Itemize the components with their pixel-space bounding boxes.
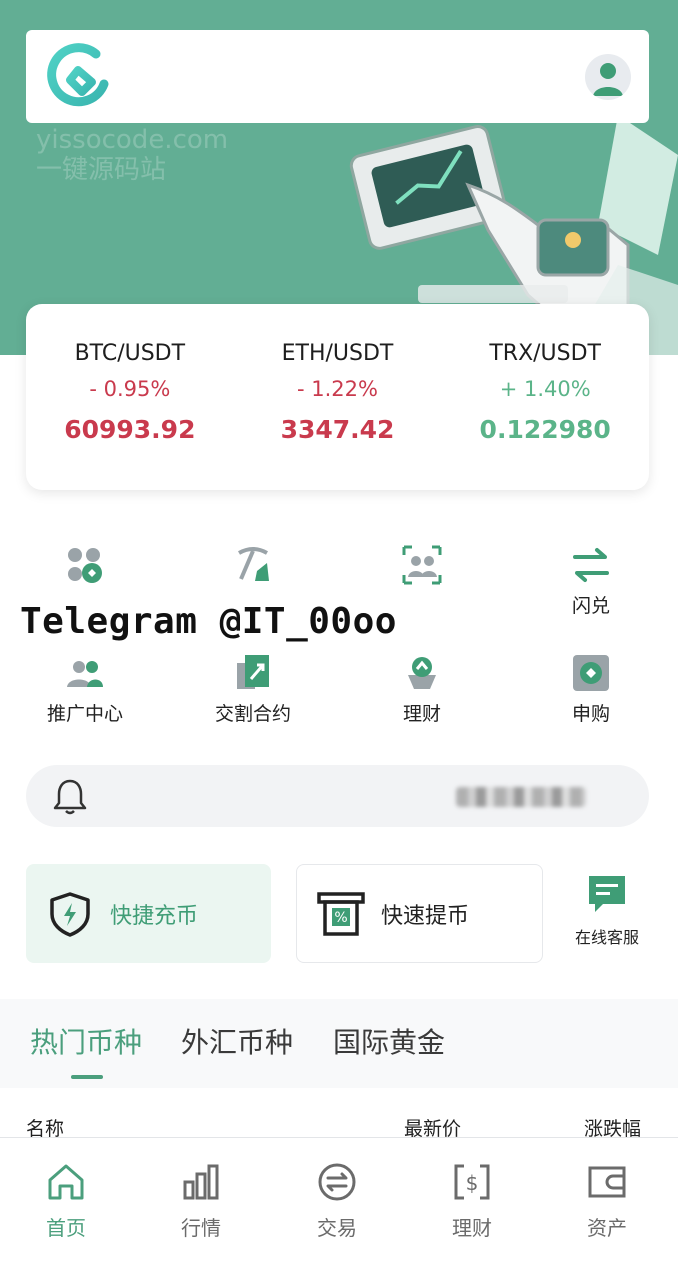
feature-label: 推广中心 (46, 703, 123, 725)
active-tab-indicator (71, 1075, 103, 1079)
online-service-label: 在线客服 (574, 928, 639, 947)
pair-change: + 1.40% (499, 377, 591, 401)
announcement-text (456, 787, 586, 807)
quick-deposit-button[interactable]: 快捷充币 (26, 864, 271, 963)
wealth-pot-icon (408, 657, 436, 689)
pair-change: - 0.95% (89, 377, 171, 401)
ticker-card: BTC/USDT - 0.95% 60993.92 ETH/USDT - 1.2… (26, 304, 649, 490)
swap-arrows-icon (573, 548, 609, 582)
watermark-line: 一键源码站 (36, 155, 167, 185)
feature-subscribe[interactable]: 申购 (506, 643, 676, 743)
quick-deposit-label: 快捷充币 (110, 903, 199, 929)
shield-bolt-icon (50, 891, 90, 937)
nav-label: 理财 (452, 1216, 492, 1240)
feature-label: 交割合约 (214, 703, 291, 725)
pair-price: 3347.42 (280, 415, 395, 444)
ticker-trx[interactable]: TRX/USDT + 1.40% 0.122980 (441, 304, 649, 490)
users-scan-icon (402, 545, 442, 585)
home-icon (48, 1164, 84, 1200)
user-avatar-button[interactable] (585, 54, 631, 100)
pair-change: - 1.22% (297, 377, 378, 401)
pair-name: BTC/USDT (74, 341, 186, 366)
online-service-button[interactable]: 在线客服 (562, 872, 652, 948)
atm-percent-icon: % (317, 891, 365, 936)
tab-gold[interactable]: 国际黄金 (333, 1025, 445, 1061)
nav-home[interactable]: 首页 (16, 1162, 116, 1241)
nav-market[interactable]: 行情 (151, 1162, 251, 1241)
pickaxe-icon (238, 547, 269, 581)
wallet-icon (588, 1166, 626, 1198)
nav-trade[interactable]: 交易 (287, 1162, 387, 1241)
nav-label: 交易 (317, 1216, 357, 1240)
feature-flash-swap[interactable]: 闪兑 (506, 535, 676, 635)
app-logo-icon (47, 43, 109, 107)
coins-icon (68, 548, 102, 583)
ticker-btc[interactable]: BTC/USDT - 0.95% 60993.92 (26, 304, 234, 490)
chat-bubble-icon (589, 876, 625, 912)
subscribe-icon (573, 655, 609, 691)
svg-text:$: $ (466, 1171, 479, 1195)
tab-hot-coins[interactable]: 热门币种 (30, 1025, 142, 1061)
tab-forex[interactable]: 外汇币种 (181, 1025, 293, 1061)
nav-wealth[interactable]: $ 理财 (422, 1162, 522, 1241)
market-tabs: 热门币种 外汇币种 国际黄金 (0, 999, 678, 1088)
quick-withdraw-button[interactable]: % 快速提币 (296, 864, 543, 963)
quick-withdraw-label: 快速提币 (381, 903, 470, 929)
feature-label: 闪兑 (571, 595, 610, 617)
pair-price: 0.122980 (479, 415, 611, 444)
referral-users-icon (67, 661, 103, 687)
nav-label: 首页 (46, 1216, 86, 1240)
contract-chart-icon (237, 655, 269, 689)
watermark-line: yissocode.com (36, 125, 229, 155)
bar-chart-icon (183, 1164, 219, 1200)
svg-text:%: % (334, 910, 347, 926)
feature-wealth[interactable]: 理财 (337, 643, 507, 743)
dollar-box-icon: $ (454, 1164, 490, 1200)
app-root: yissocode.com 一键源码站 BTC/USDT - 0.95% 609… (0, 0, 678, 1280)
pair-name: ETH/USDT (281, 341, 394, 366)
nav-label: 资产 (587, 1216, 627, 1240)
hero-banner: yissocode.com 一键源码站 (0, 0, 678, 355)
watermark: yissocode.com 一键源码站 (36, 125, 228, 185)
ticker-eth[interactable]: ETH/USDT - 1.22% 3347.42 (234, 304, 442, 490)
user-icon (593, 63, 623, 96)
bottom-nav: 首页 行情 交易 $ 理财 资产 (0, 1137, 678, 1280)
nav-label: 行情 (181, 1216, 221, 1240)
announcement-bar[interactable] (26, 765, 649, 827)
nav-assets[interactable]: 资产 (557, 1162, 657, 1241)
telegram-overlay-banner: Telegram @IT_00oo (18, 597, 407, 647)
bell-icon (53, 779, 87, 815)
top-bar (26, 30, 649, 123)
feature-delivery-contract[interactable]: 交割合约 (168, 643, 338, 743)
pair-price: 60993.92 (64, 415, 196, 444)
feature-referral[interactable]: 推广中心 (0, 643, 170, 743)
exchange-circle-icon (318, 1163, 356, 1201)
pair-name: TRX/USDT (489, 341, 601, 366)
feature-label: 申购 (571, 703, 610, 725)
feature-label: 理财 (402, 703, 441, 725)
